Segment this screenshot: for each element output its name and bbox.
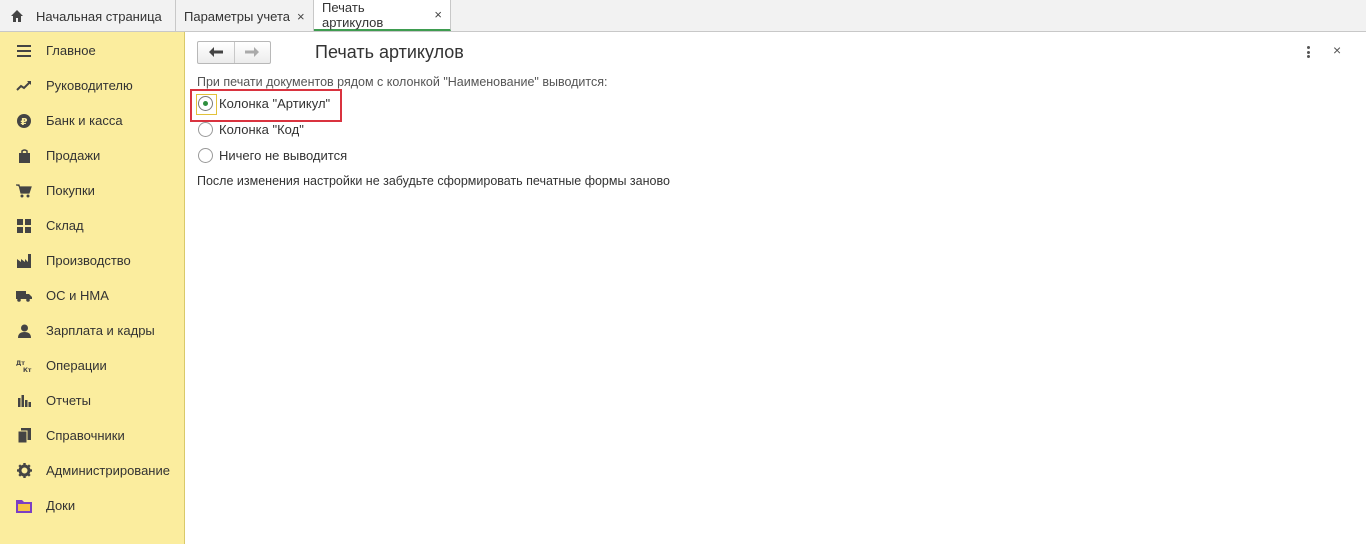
sidebar-item-reports[interactable]: Отчеты bbox=[0, 383, 184, 418]
forward-button[interactable] bbox=[233, 42, 270, 63]
person-icon bbox=[16, 323, 32, 339]
arrow-left-icon bbox=[208, 45, 223, 60]
svg-text:Кт: Кт bbox=[23, 367, 32, 373]
folder-icon bbox=[16, 498, 32, 514]
books-icon bbox=[16, 428, 32, 444]
sidebar: Главное Руководителю ₽ Банк и касса Прод… bbox=[0, 32, 185, 544]
warehouse-icon bbox=[16, 218, 32, 234]
factory-icon bbox=[16, 253, 32, 269]
trend-icon bbox=[16, 78, 32, 94]
bag-icon bbox=[16, 148, 32, 164]
svg-text:Дт: Дт bbox=[16, 360, 25, 367]
radio-unchecked[interactable] bbox=[198, 122, 213, 137]
tab-print-articles[interactable]: Печать артикулов × bbox=[314, 0, 451, 31]
sidebar-item-assets[interactable]: ОС и НМА bbox=[0, 278, 184, 313]
gear-icon bbox=[16, 463, 32, 479]
nav-buttons bbox=[197, 41, 271, 64]
sidebar-item-label: Руководителю bbox=[46, 78, 133, 93]
option-label: Колонка "Код" bbox=[219, 122, 304, 137]
form-note: После изменения настройки не забудьте сф… bbox=[197, 174, 670, 188]
page-title: Печать артикулов bbox=[315, 42, 464, 62]
sidebar-item-label: Покупки bbox=[46, 183, 95, 198]
sidebar-item-docs[interactable]: Доки bbox=[0, 488, 184, 523]
home-icon bbox=[10, 9, 24, 23]
option-article-column[interactable]: Колонка "Артикул" bbox=[198, 96, 330, 111]
sidebar-item-label: Банк и касса bbox=[46, 113, 123, 128]
tab-active-close-icon[interactable]: × bbox=[434, 7, 442, 22]
option-label: Ничего не выводится bbox=[219, 148, 348, 163]
sidebar-item-label: Главное bbox=[46, 43, 96, 58]
sidebar-item-salary[interactable]: Зарплата и кадры bbox=[0, 313, 184, 348]
sidebar-item-bank[interactable]: ₽ Банк и касса bbox=[0, 103, 184, 138]
sidebar-item-label: Доки bbox=[46, 498, 76, 513]
svg-text:₽: ₽ bbox=[21, 117, 28, 128]
option-label: Колонка "Артикул" bbox=[219, 96, 331, 111]
tab-params-label: Параметры учета bbox=[184, 8, 291, 24]
sidebar-item-purchases[interactable]: Покупки bbox=[0, 173, 184, 208]
option-nothing[interactable]: Ничего не выводится bbox=[198, 148, 347, 163]
option-code-column[interactable]: Колонка "Код" bbox=[198, 122, 304, 137]
sidebar-item-admin[interactable]: Администрирование bbox=[0, 453, 184, 488]
more-actions-button[interactable] bbox=[1303, 44, 1313, 60]
arrow-right-icon bbox=[245, 45, 260, 60]
tab-active-label: Печать артикулов bbox=[322, 0, 384, 30]
radio-unchecked[interactable] bbox=[198, 148, 213, 163]
sidebar-item-label: ОС и НМА bbox=[46, 288, 109, 303]
sidebar-item-main[interactable]: Главное bbox=[0, 33, 184, 68]
bar-chart-icon bbox=[16, 393, 32, 409]
sidebar-item-warehouse[interactable]: Склад bbox=[0, 208, 184, 243]
sidebar-item-label: Отчеты bbox=[46, 393, 91, 408]
cart-icon bbox=[16, 183, 32, 199]
sidebar-item-label: Продажи bbox=[46, 148, 101, 163]
radio-checked[interactable] bbox=[198, 96, 213, 111]
dt-kt-icon: Дт Кт bbox=[16, 358, 32, 374]
sidebar-item-operations[interactable]: Дт Кт Операции bbox=[0, 348, 184, 383]
tab-bar: Начальная страница Параметры учета × Печ… bbox=[0, 0, 1366, 32]
back-button[interactable] bbox=[198, 42, 234, 63]
sidebar-item-sales[interactable]: Продажи bbox=[0, 138, 184, 173]
menu-icon bbox=[16, 43, 32, 59]
sidebar-item-label: Зарплата и кадры bbox=[46, 323, 155, 338]
sidebar-item-label: Склад bbox=[46, 218, 84, 233]
form-area: Печать артикулов × При печати документов… bbox=[186, 32, 1366, 544]
sidebar-item-label: Справочники bbox=[46, 428, 125, 443]
sidebar-item-manager[interactable]: Руководителю bbox=[0, 68, 184, 103]
form-caption: При печати документов рядом с колонкой "… bbox=[197, 75, 608, 89]
sidebar-item-label: Администрирование bbox=[46, 463, 170, 478]
form-close-icon[interactable]: × bbox=[1333, 42, 1341, 58]
tab-params[interactable]: Параметры учета × bbox=[176, 0, 314, 32]
ruble-icon: ₽ bbox=[16, 113, 32, 129]
sidebar-item-catalogs[interactable]: Справочники bbox=[0, 418, 184, 453]
truck-icon bbox=[16, 288, 32, 304]
tab-home[interactable]: Начальная страница bbox=[0, 0, 176, 32]
sidebar-item-label: Операции bbox=[46, 358, 107, 373]
sidebar-item-label: Производство bbox=[46, 253, 131, 268]
tab-home-label: Начальная страница bbox=[36, 8, 162, 24]
sidebar-item-production[interactable]: Производство bbox=[0, 243, 184, 278]
tab-params-close-icon[interactable]: × bbox=[297, 9, 305, 24]
